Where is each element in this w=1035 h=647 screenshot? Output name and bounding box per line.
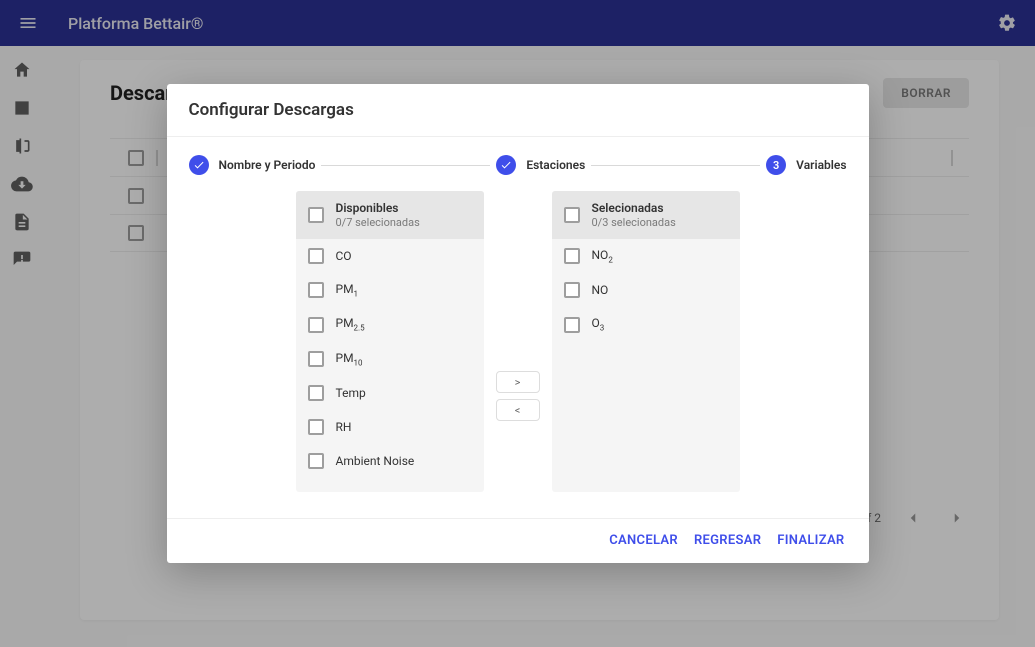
item-label: PM1 (336, 282, 359, 298)
step-label: Variables (796, 158, 846, 172)
cancel-button[interactable]: CANCELAR (609, 533, 678, 548)
item-checkbox[interactable] (564, 248, 580, 264)
stepper: Nombre y Periodo Estaciones 3 Variables (167, 137, 869, 185)
available-list: Disponibles 0/7 selecionadas CO PM1 PM2.5 P… (296, 191, 484, 492)
selected-list: Selecionadas 0/3 selecionadas NO2 NO O3 (552, 191, 740, 492)
back-button[interactable]: REGRESAR (694, 533, 761, 548)
list-item[interactable]: PM2.5 (296, 307, 484, 341)
item-label: PM2.5 (336, 316, 365, 332)
item-checkbox[interactable] (308, 453, 324, 469)
selected-header: Selecionadas 0/3 selecionadas (552, 191, 740, 239)
step-connector (321, 165, 490, 166)
step-variables: 3 Variables (766, 155, 846, 175)
available-select-all[interactable] (308, 207, 324, 223)
item-checkbox[interactable] (308, 385, 324, 401)
item-label: CO (336, 249, 352, 263)
available-header: Disponibles 0/7 selecionadas (296, 191, 484, 239)
move-right-button[interactable]: > (496, 371, 540, 393)
item-checkbox[interactable] (308, 282, 324, 298)
item-label: Ambient Noise (336, 454, 415, 468)
list-item[interactable]: RH (296, 410, 484, 444)
dialog-title: Configurar Descargas (167, 84, 869, 136)
item-checkbox[interactable] (564, 282, 580, 298)
step-stations: Estaciones (496, 155, 585, 175)
step-label: Nombre y Periodo (219, 158, 316, 172)
available-subtitle: 0/7 selecionadas (336, 216, 420, 229)
list-item[interactable]: Ambient Noise (296, 444, 484, 478)
selected-title: Selecionadas (592, 201, 676, 215)
step-number-icon: 3 (766, 155, 786, 175)
modal-overlay: Configurar Descargas Nombre y Periodo Es… (0, 0, 1035, 647)
list-item[interactable]: O3 (552, 307, 740, 341)
item-label: RH (336, 420, 352, 434)
selected-select-all[interactable] (564, 207, 580, 223)
list-item[interactable]: CO (296, 239, 484, 273)
step-label: Estaciones (526, 158, 585, 172)
selected-subtitle: 0/3 selecionadas (592, 216, 676, 229)
move-left-button[interactable]: < (496, 399, 540, 421)
list-item[interactable]: NO (552, 273, 740, 307)
step-name-period: Nombre y Periodo (189, 155, 316, 175)
step-connector (591, 165, 760, 166)
item-checkbox[interactable] (308, 248, 324, 264)
list-item[interactable]: Temp (296, 376, 484, 410)
item-label: NO (592, 283, 609, 297)
list-item[interactable]: PM1 (296, 273, 484, 307)
item-checkbox[interactable] (308, 351, 324, 367)
list-item[interactable]: NO2 (552, 239, 740, 273)
configure-downloads-dialog: Configurar Descargas Nombre y Periodo Es… (167, 84, 869, 563)
item-checkbox[interactable] (308, 317, 324, 333)
item-label: NO2 (592, 248, 613, 264)
check-icon (189, 155, 209, 175)
available-title: Disponibles (336, 201, 420, 215)
item-checkbox[interactable] (564, 317, 580, 333)
finish-button[interactable]: FINALIZAR (777, 533, 844, 548)
item-checkbox[interactable] (308, 419, 324, 435)
check-icon (496, 155, 516, 175)
item-label: Temp (336, 386, 366, 400)
item-label: PM10 (336, 351, 363, 367)
list-item[interactable]: PM10 (296, 342, 484, 376)
item-label: O3 (592, 316, 605, 332)
